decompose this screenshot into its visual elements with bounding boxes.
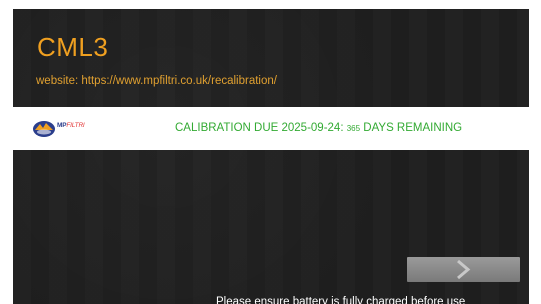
calibration-due-label: CALIBRATION DUE 2025-09-24: [175,122,347,134]
website-url: website: https://www.mpfiltri.co.uk/reca… [36,75,277,87]
calibration-banner: MPFILTRI CALIBRATION DUE 2025-09-24: 365… [13,107,529,150]
days-remaining-count: 365 [346,124,361,133]
mp-filtri-logo: MPFILTRI [32,117,112,141]
mp-filtri-logo-icon [33,121,55,137]
battery-notice: Please ensure battery is fully charged b… [216,296,466,304]
logo-brand-filtri: FILTRI [66,122,85,129]
logo-text: MPFILTRI [57,122,85,129]
device-screen: CML3 website: https://www.mpfiltri.co.uk… [13,9,529,304]
chevron-right-icon [457,259,471,280]
next-button[interactable] [407,257,520,282]
logo-brand-mp: MP [57,122,67,129]
days-remaining-label: DAYS REMAINING [360,122,463,134]
calibration-status: CALIBRATION DUE 2025-09-24: 365 DAYS REM… [175,122,462,134]
device-title: CML3 [37,32,109,62]
